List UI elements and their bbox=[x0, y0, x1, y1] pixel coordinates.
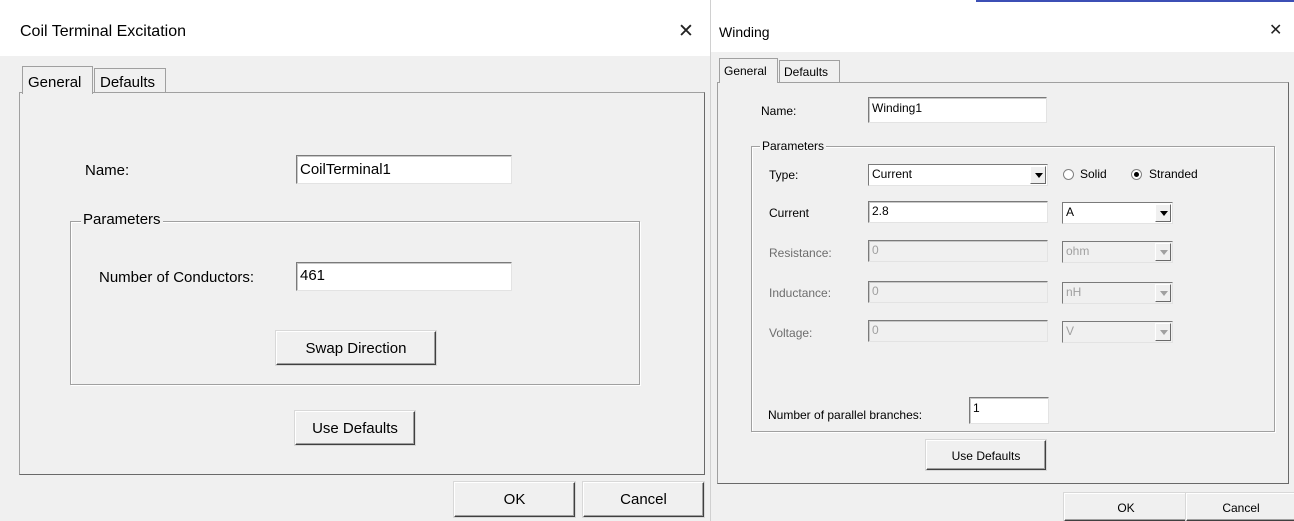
current-unit-value: A bbox=[1066, 205, 1075, 219]
winding-ok-button[interactable]: OK bbox=[1064, 493, 1188, 521]
coil-use-defaults-button[interactable]: Use Defaults bbox=[295, 411, 415, 445]
coil-parameters-label: Parameters bbox=[81, 211, 163, 228]
coil-ok-button[interactable]: OK bbox=[454, 482, 575, 517]
winding-close-icon[interactable]: ✕ bbox=[1269, 20, 1282, 39]
coil-close-icon[interactable]: ✕ bbox=[678, 20, 694, 42]
coil-tab-defaults[interactable]: Defaults bbox=[94, 68, 166, 94]
winding-tab-general[interactable]: General bbox=[719, 58, 778, 83]
winding-name-label: Name: bbox=[761, 104, 797, 118]
solid-radio[interactable] bbox=[1063, 169, 1074, 180]
coil-name-input[interactable]: CoilTerminal1 bbox=[296, 155, 512, 184]
winding-titlebar: Winding ✕ bbox=[711, 0, 1294, 52]
winding-use-defaults-button[interactable]: Use Defaults bbox=[926, 440, 1046, 470]
resistance-unit-select: ohm bbox=[1062, 241, 1173, 263]
voltage-unit-dropdown-icon bbox=[1155, 323, 1171, 341]
branches-input[interactable]: 1 bbox=[969, 397, 1049, 424]
voltage-unit-select: V bbox=[1062, 321, 1173, 343]
type-label: Type: bbox=[769, 168, 799, 182]
winding-accent-line bbox=[976, 0, 1294, 2]
resistance-unit-dropdown-icon bbox=[1155, 243, 1171, 261]
winding-name-input[interactable]: Winding1 bbox=[868, 97, 1047, 123]
inductance-unit-dropdown-icon bbox=[1155, 284, 1171, 302]
winding-parameters-label: Parameters bbox=[760, 139, 827, 153]
coil-conductors-input[interactable]: 461 bbox=[296, 262, 512, 291]
type-dropdown-icon[interactable] bbox=[1030, 166, 1046, 184]
resistance-label: Resistance: bbox=[769, 246, 832, 260]
type-select-value: Current bbox=[872, 167, 913, 181]
solid-label: Solid bbox=[1080, 167, 1107, 181]
current-label: Current bbox=[769, 206, 810, 220]
coil-cancel-button[interactable]: Cancel bbox=[583, 482, 704, 517]
current-unit-select[interactable]: A bbox=[1062, 202, 1173, 224]
inductance-unit-select: nH bbox=[1062, 282, 1173, 304]
coil-dialog-title: Coil Terminal Excitation bbox=[20, 23, 186, 40]
coil-tab-general[interactable]: General bbox=[22, 66, 93, 94]
current-unit-dropdown-icon[interactable] bbox=[1155, 204, 1171, 222]
inductance-label: Inductance: bbox=[769, 286, 832, 300]
voltage-unit-value: V bbox=[1066, 324, 1075, 338]
voltage-input: 0 bbox=[868, 320, 1048, 342]
inductance-unit-value: nH bbox=[1066, 285, 1082, 299]
branches-label: Number of parallel branches: bbox=[768, 408, 923, 422]
inductance-input: 0 bbox=[868, 281, 1048, 303]
winding-dialog-title: Winding bbox=[719, 24, 770, 40]
stranded-label: Stranded bbox=[1149, 167, 1198, 181]
current-input[interactable]: 2.8 bbox=[868, 201, 1048, 223]
winding-tab-defaults[interactable]: Defaults bbox=[779, 60, 840, 83]
type-select[interactable]: Current bbox=[868, 164, 1048, 186]
coil-conductors-label: Number of Conductors: bbox=[99, 269, 255, 286]
resistance-unit-value: ohm bbox=[1066, 244, 1090, 258]
voltage-label: Voltage: bbox=[769, 326, 813, 340]
resistance-input: 0 bbox=[868, 240, 1048, 262]
coil-name-label: Name: bbox=[85, 162, 130, 179]
winding-cancel-button[interactable]: Cancel bbox=[1186, 493, 1294, 521]
winding-dialog: Winding ✕ General Defaults Name: Winding… bbox=[710, 0, 1294, 521]
stranded-radio[interactable] bbox=[1131, 169, 1142, 180]
swap-direction-button[interactable]: Swap Direction bbox=[276, 331, 436, 365]
coil-titlebar: Coil Terminal Excitation ✕ bbox=[0, 0, 710, 56]
coil-terminal-dialog: Coil Terminal Excitation ✕ General Defau… bbox=[0, 0, 710, 521]
